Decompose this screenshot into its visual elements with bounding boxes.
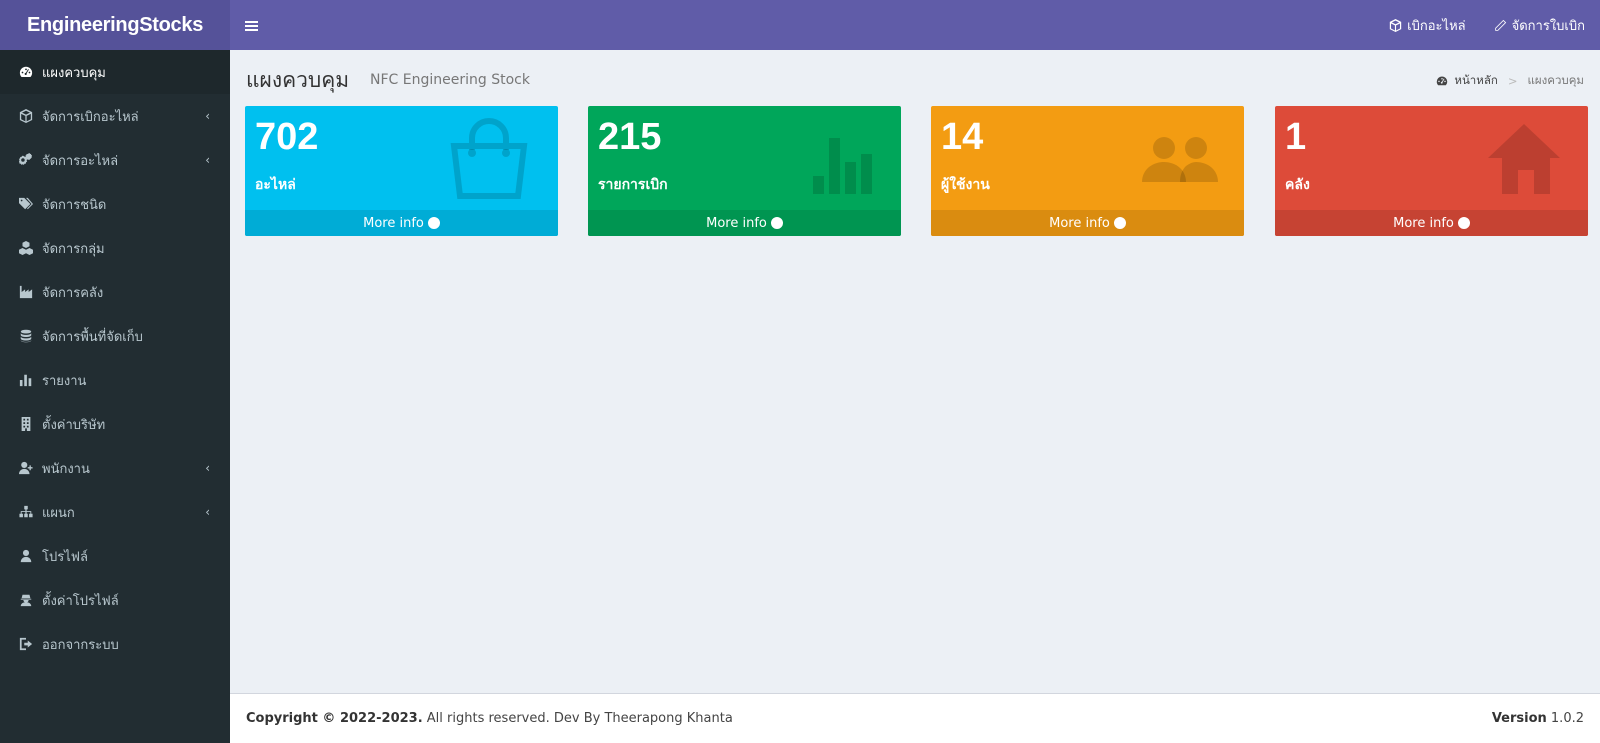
bar-chart-icon xyxy=(18,372,34,388)
sidebar-item-label: พนักงาน xyxy=(42,461,90,477)
page-subtitle: NFC Engineering Stock xyxy=(370,72,530,88)
sidebar-item-label: จัดการเบิกอะไหล่ xyxy=(42,109,139,125)
sidebar-item-company-settings[interactable]: ตั้งค่าบริษัท xyxy=(0,402,230,446)
tags-icon xyxy=(18,196,34,212)
sitemap-icon xyxy=(18,504,34,520)
more-info-link[interactable]: More info xyxy=(245,210,558,236)
building-icon xyxy=(18,416,34,432)
industry-icon xyxy=(18,284,34,300)
sidebar-item-profile[interactable]: โปรไฟล์ xyxy=(0,534,230,578)
main-footer: Copyright © 2022-2023. All rights reserv… xyxy=(230,693,1600,743)
more-info-label: More info xyxy=(1049,215,1110,231)
sidebar-item-manage-warehouse[interactable]: จัดการคลัง xyxy=(0,270,230,314)
breadcrumb-separator: > xyxy=(1507,74,1518,88)
copyright-years: Copyright © 2022-2023. xyxy=(246,711,423,726)
sidebar-item-label: ออกจากระบบ xyxy=(42,637,119,653)
user-plus-icon xyxy=(18,460,34,476)
user-secret-icon xyxy=(18,592,34,608)
chevron-left-icon: ‹ xyxy=(205,461,210,475)
sidebar-item-logout[interactable]: ออกจากระบบ xyxy=(0,622,230,666)
sidebar-item-label: ตั้งค่าโปรไฟล์ xyxy=(42,593,119,609)
sidebar-item-label: ตั้งค่าบริษัท xyxy=(42,417,106,433)
sidebar-item-label: แผงควบคุม xyxy=(42,65,106,81)
breadcrumb-current: แผงควบคุม xyxy=(1527,73,1585,87)
sidebar-item-label: จัดการชนิด xyxy=(42,197,107,213)
cogs-icon xyxy=(18,152,34,168)
sidebar-item-label: โปรไฟล์ xyxy=(42,549,88,565)
stat-box-parts: 702 อะไหล่ More info xyxy=(245,106,558,236)
breadcrumb: หน้าหลัก > แผงควบคุม xyxy=(1436,72,1584,90)
stat-boxes: 702 อะไหล่ More info 215 รายการเบิก More… xyxy=(245,106,1588,236)
sidebar-item-manage-storage[interactable]: จัดการพื้นที่จัดเก็บ xyxy=(0,314,230,358)
sidebar-item-employees[interactable]: พนักงาน ‹ xyxy=(0,446,230,490)
more-info-link[interactable]: More info xyxy=(588,210,901,236)
sidebar-item-manage-parts[interactable]: จัดการอะไหล่ ‹ xyxy=(0,138,230,182)
content-wrapper: แผงควบคุม NFC Engineering Stock หน้าหลัก… xyxy=(230,50,1600,693)
sidebar-item-manage-groups[interactable]: จัดการกลุ่ม xyxy=(0,226,230,270)
sidebar-item-manage-withdraw[interactable]: จัดการเบิกอะไหล่ ‹ xyxy=(0,94,230,138)
top-navbar: เบิกอะไหล่ จัดการใบเบิก xyxy=(230,0,1600,50)
main-header: EngineeringStocks เบิกอะไหล่ จัดการใบเบิ… xyxy=(0,0,1600,50)
arrow-circle-right-icon xyxy=(1457,217,1470,229)
pencil-icon xyxy=(1494,19,1506,31)
nav-manage-requisitions-link[interactable]: จัดการใบเบิก xyxy=(1494,15,1585,36)
sidebar-item-label: จัดการพื้นที่จัดเก็บ xyxy=(42,329,143,345)
users-icon xyxy=(1142,137,1218,182)
bar-chart-icon xyxy=(813,138,872,194)
sidebar-item-profile-settings[interactable]: ตั้งค่าโปรไฟล์ xyxy=(0,578,230,622)
dashboard-icon xyxy=(18,64,34,80)
sidebar-item-label: รายงาน xyxy=(42,373,87,389)
user-icon xyxy=(18,548,34,564)
sidebar-item-label: จัดการกลุ่ม xyxy=(42,241,105,257)
nav-withdraw-parts-label: เบิกอะไหล่ xyxy=(1407,18,1466,34)
cube-icon xyxy=(18,108,34,124)
version-text: Version 1.0.2 xyxy=(1492,711,1584,726)
cube-icon xyxy=(1389,18,1402,32)
more-info-link[interactable]: More info xyxy=(1275,210,1588,236)
sidebar-item-label: จัดการอะไหล่ xyxy=(42,153,119,169)
stat-box-warehouses: 1 คลัง More info xyxy=(1275,106,1588,236)
stat-box-requisitions: 215 รายการเบิก More info xyxy=(588,106,901,236)
sidebar-item-label: แผนก xyxy=(42,505,75,521)
version-label: Version xyxy=(1491,711,1547,726)
app-logo[interactable]: EngineeringStocks xyxy=(0,0,230,50)
more-info-label: More info xyxy=(363,215,424,231)
shopping-bag-icon xyxy=(450,118,528,199)
breadcrumb-home-link[interactable]: หน้าหลัก xyxy=(1454,72,1498,90)
sidebar-item-dashboard[interactable]: แผงควบคุม xyxy=(0,50,230,94)
top-nav-links: เบิกอะไหล่ จัดการใบเบิก xyxy=(1389,15,1585,36)
page-title: แผงควบคุม xyxy=(246,68,350,92)
arrow-circle-right-icon xyxy=(770,217,783,229)
more-info-label: More info xyxy=(1393,215,1454,231)
sign-out-icon xyxy=(18,636,34,652)
dashboard-icon xyxy=(1437,76,1448,86)
version-number: 1.0.2 xyxy=(1546,711,1584,726)
cubes-icon xyxy=(18,240,34,256)
chevron-left-icon: ‹ xyxy=(205,109,210,123)
sidebar-toggle-icon[interactable] xyxy=(245,19,261,32)
database-icon xyxy=(18,328,34,344)
chevron-left-icon: ‹ xyxy=(205,153,210,167)
home-icon xyxy=(1488,124,1560,194)
copyright-text: Copyright © 2022-2023. All rights reserv… xyxy=(246,711,733,726)
arrow-circle-right-icon xyxy=(427,217,440,229)
nav-manage-requisitions-label: จัดการใบเบิก xyxy=(1511,18,1585,34)
more-info-label: More info xyxy=(706,215,767,231)
sidebar-item-reports[interactable]: รายงาน xyxy=(0,358,230,402)
copyright-rights: All rights reserved. Dev By Theerapong K… xyxy=(422,711,733,726)
sidebar: แผงควบคุม จัดการเบิกอะไหล่ ‹ จัดการอะไหล… xyxy=(0,50,230,743)
more-info-link[interactable]: More info xyxy=(931,210,1244,236)
stat-box-users: 14 ผู้ใช้งาน More info xyxy=(931,106,1244,236)
nav-withdraw-parts-link[interactable]: เบิกอะไหล่ xyxy=(1389,15,1466,36)
arrow-circle-right-icon xyxy=(1113,217,1126,229)
sidebar-item-manage-types[interactable]: จัดการชนิด xyxy=(0,182,230,226)
sidebar-item-departments[interactable]: แผนก ‹ xyxy=(0,490,230,534)
chevron-left-icon: ‹ xyxy=(205,505,210,519)
content-header: แผงควบคุม NFC Engineering Stock หน้าหลัก… xyxy=(230,50,1600,94)
sidebar-item-label: จัดการคลัง xyxy=(42,285,104,301)
